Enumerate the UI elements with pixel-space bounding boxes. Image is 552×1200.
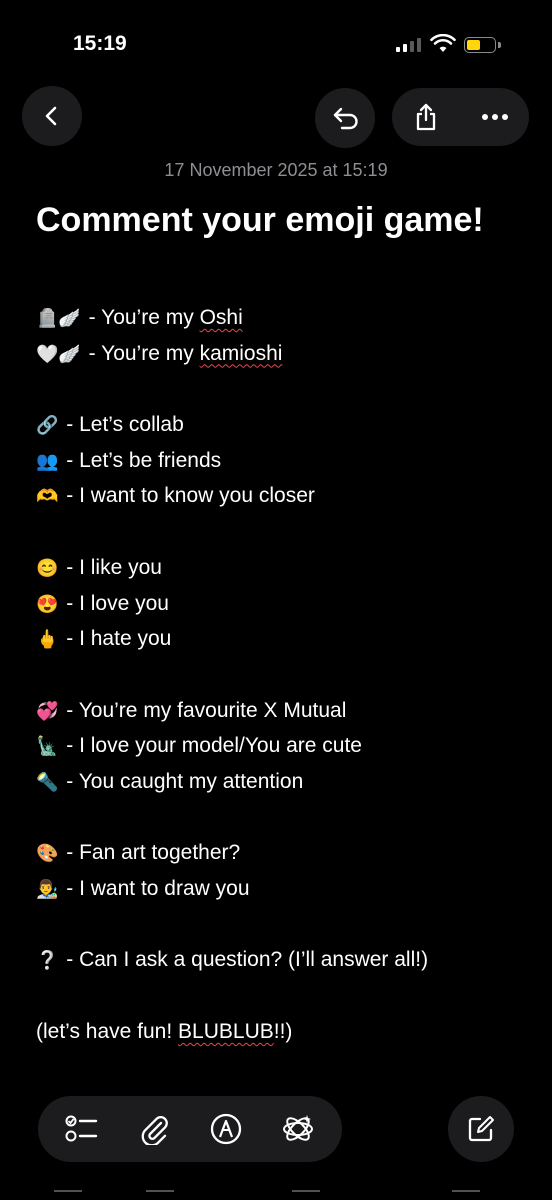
- markup-button[interactable]: [200, 1103, 252, 1155]
- status-bar: 15:19: [0, 0, 552, 90]
- note-line-text: - Can I ask a question? (I’ll answer all…: [60, 948, 429, 972]
- note-line: 👥 - Let’s be friends: [36, 443, 536, 479]
- note-blank-line: [36, 978, 536, 1014]
- note-line: 🤍🪽 - You’re my kamioshi: [36, 336, 536, 372]
- note-line-emoji: 😍: [36, 593, 59, 614]
- note-line-text: - I want to know you closer: [60, 484, 315, 508]
- note-line-emoji: 🫶: [36, 486, 59, 507]
- spellcheck-flagged-word[interactable]: BLUBLUB: [178, 1020, 274, 1043]
- cellular-signal-icon: [396, 38, 422, 52]
- chevron-left-icon: [45, 106, 57, 126]
- note-line: 👨‍🎨 - I want to draw you: [36, 871, 536, 907]
- note-line-text: - You’re my: [82, 341, 200, 365]
- note-body[interactable]: 🪦🪽 - You’re my Oshi 🤍🪽 - You’re my kamios…: [36, 300, 536, 1049]
- status-time: 15:19: [73, 32, 127, 55]
- note-line: 🎨 - Fan art together?: [36, 835, 536, 871]
- wifi-icon: [430, 34, 456, 52]
- note-blank-line: [36, 371, 536, 407]
- note-line-text: - Let’s collab: [60, 413, 184, 437]
- note-line-text: - I want to draw you: [60, 877, 250, 900]
- note-line: 🗽 - I love your model/You are cute: [36, 728, 536, 764]
- note-line-text: - Let’s be friends: [60, 448, 222, 472]
- note-date: 17 November 2025 at 15:19: [164, 160, 388, 180]
- note-line: 😊 - I like you: [36, 550, 536, 586]
- ellipsis-icon: [482, 114, 508, 120]
- share-button[interactable]: [392, 88, 460, 146]
- writing-tools-button[interactable]: [272, 1103, 324, 1155]
- share-icon: [416, 103, 436, 131]
- compose-button[interactable]: [448, 1096, 514, 1162]
- note-line: 🫶 - I want to know you closer: [36, 478, 536, 514]
- note-line-text: - Fan art together?: [60, 841, 241, 865]
- note-blank-line: [36, 657, 536, 693]
- note-line-emoji: 🗽: [36, 736, 59, 757]
- note-line-text: - I love your model/You are cute: [60, 734, 362, 758]
- spellcheck-flagged-word[interactable]: Oshi: [200, 306, 243, 329]
- note-line-emoji: 🎨: [36, 843, 59, 864]
- back-button[interactable]: [22, 86, 82, 146]
- note-line: 🔗 - Let’s collab: [36, 407, 536, 443]
- checklist-button[interactable]: [56, 1103, 108, 1155]
- note-line-text: - I hate you: [60, 627, 172, 651]
- checklist-icon: [65, 1115, 98, 1142]
- compose-icon: [468, 1116, 494, 1142]
- note-title[interactable]: Comment your emoji game!: [36, 195, 506, 245]
- note-line-emoji: 🔦: [36, 771, 59, 792]
- note-line-text: - I like you: [60, 555, 162, 579]
- note-line-emoji: 👥: [36, 450, 59, 471]
- note-line-emoji: 🪦🪽: [36, 308, 81, 328]
- note-line-emoji: 💞: [36, 700, 59, 721]
- more-button[interactable]: [461, 88, 529, 146]
- note-line-text: - You caught my attention: [60, 769, 304, 793]
- apple-intelligence-icon: [283, 1115, 313, 1141]
- battery-icon: [464, 37, 496, 53]
- note-line-emoji: ❔: [36, 950, 59, 971]
- keyboard-toolbar-peek: [0, 1190, 552, 1200]
- undo-button[interactable]: [315, 88, 375, 148]
- undo-icon: [333, 107, 358, 130]
- note-blank-line: [36, 800, 536, 836]
- note-line-emoji: 🤍🪽: [36, 343, 81, 364]
- note-line-text: - You’re my: [82, 306, 200, 329]
- note-line: 🔦 - You caught my attention: [36, 764, 536, 800]
- note-line: 😍 - I love you: [36, 586, 536, 622]
- attachment-button[interactable]: [128, 1103, 180, 1155]
- markup-pen-icon: [210, 1113, 242, 1145]
- note-line-emoji: 🖕: [36, 629, 59, 650]
- paperclip-icon: [141, 1116, 168, 1145]
- note-line-text: (let’s have fun!: [36, 1019, 179, 1043]
- battery-tip: [498, 42, 501, 48]
- note-blank-line: [36, 514, 536, 550]
- note-line-emoji: 👨‍🎨: [36, 879, 59, 899]
- note-line: 🪦🪽 - You’re my Oshi: [36, 300, 536, 336]
- note-line-text: - You’re my favourite X Mutual: [60, 698, 347, 722]
- note-blank-line: [36, 907, 536, 943]
- note-line: 🖕 - I hate you: [36, 621, 536, 657]
- note-line-text-end: !!): [273, 1019, 293, 1043]
- spellcheck-flagged-word[interactable]: kamioshi: [200, 342, 283, 365]
- bottom-toolbar: [38, 1096, 342, 1162]
- note-line-emoji: 😊: [36, 557, 59, 578]
- battery-level: [467, 40, 481, 50]
- note-line-emoji: 🔗: [36, 415, 59, 436]
- share-more-group: [392, 88, 529, 146]
- note-line: 💞 - You’re my favourite X Mutual: [36, 693, 536, 729]
- note-line: ❔ - Can I ask a question? (I’ll answer a…: [36, 942, 536, 978]
- note-line: (let’s have fun! BLUBLUB!!): [36, 1014, 536, 1050]
- note-line-text: - I love you: [60, 591, 169, 615]
